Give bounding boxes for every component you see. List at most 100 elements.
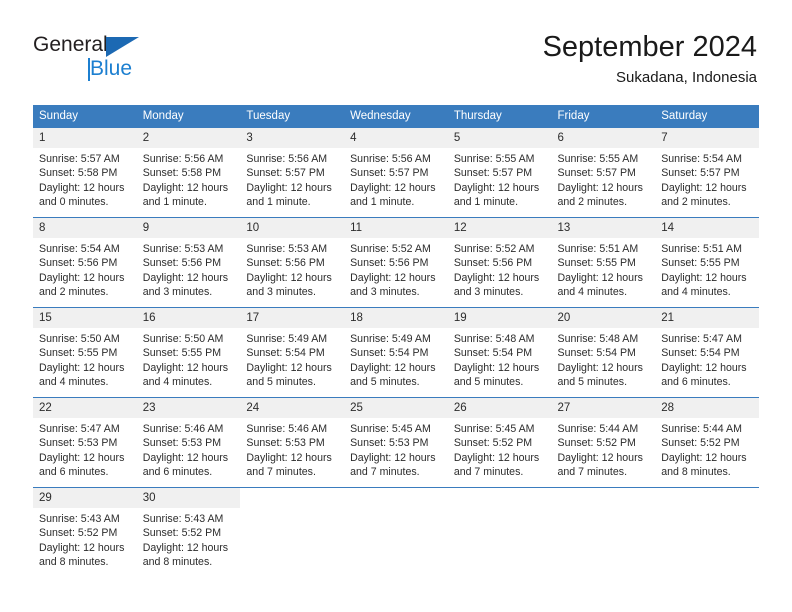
day-number: 2 <box>136 128 241 148</box>
calendar-cell-empty <box>447 487 552 577</box>
calendar-cell-empty <box>655 487 759 577</box>
calendar-page: General Blue September 2024 Sukadana, In… <box>0 0 792 612</box>
day-details <box>552 508 656 512</box>
day-number: 18 <box>344 308 448 328</box>
calendar-day-cell[interactable]: 11 Sunrise: 5:52 AM Sunset: 5:56 PM Dayligh… <box>344 217 448 308</box>
calendar-day-cell[interactable]: 9 Sunrise: 5:53 AM Sunset: 5:56 PM Daylight… <box>136 217 241 308</box>
daylight-text-line2: and 3 minutes. <box>246 286 316 299</box>
day-details: Sunrise: 5:57 AM Sunset: 5:58 PM Daylight:… <box>33 148 137 210</box>
sunset-text: Sunset: 5:56 PM <box>350 257 429 270</box>
calendar-day-cell[interactable]: 13 Sunrise: 5:51 AM Sunset: 5:55 PM Dayligh… <box>551 217 656 308</box>
sunset-text: Sunset: 5:57 PM <box>350 167 429 180</box>
weekday-header-monday: Monday <box>136 105 241 128</box>
sunset-text: Sunset: 5:57 PM <box>246 167 325 180</box>
day-details: Sunrise: 5:43 AM Sunset: 5:52 PM Daylight:… <box>137 508 241 570</box>
day-number: 7 <box>655 128 759 148</box>
day-details: Sunrise: 5:46 AM Sunset: 5:53 PM Daylight:… <box>137 418 241 480</box>
calendar-day-cell[interactable]: 16 Sunrise: 5:50 AM Sunset: 5:55 PM Dayligh… <box>136 307 241 398</box>
calendar-day-cell[interactable]: 22 Sunrise: 5:47 AM Sunset: 5:53 PM Dayligh… <box>33 397 137 488</box>
day-details <box>655 508 759 512</box>
day-details: Sunrise: 5:52 AM Sunset: 5:56 PM Daylight:… <box>448 238 552 300</box>
calendar-day-cell[interactable]: 14 Sunrise: 5:51 AM Sunset: 5:55 PM Dayligh… <box>655 217 759 308</box>
sunrise-text: Sunrise: 5:55 AM <box>557 153 639 165</box>
calendar-grid: Sunday Monday Tuesday Wednesday Thursday Frid… <box>33 105 759 577</box>
daylight-text-line2: and 4 minutes. <box>661 286 731 299</box>
weekday-header-friday: Friday <box>551 105 656 128</box>
calendar-day-cell[interactable]: 10 Sunrise: 5:53 AM Sunset: 5:56 PM Dayligh… <box>240 217 345 308</box>
calendar-day-cell[interactable]: 29 Sunrise: 5:43 AM Sunset: 5:52 PM Dayligh… <box>33 487 137 577</box>
calendar-day-cell[interactable]: 8 Sunrise: 5:54 AM Sunset: 5:56 PM Daylight… <box>33 217 137 308</box>
sunset-text: Sunset: 5:57 PM <box>557 167 636 180</box>
general-blue-logo[interactable]: General Blue <box>33 33 213 85</box>
sunrise-text: Sunrise: 5:46 AM <box>246 423 328 435</box>
calendar-body: 1 Sunrise: 5:57 AM Sunset: 5:58 PM Daylight… <box>33 127 759 577</box>
daylight-text-line2: and 5 minutes. <box>246 376 316 389</box>
sunset-text: Sunset: 5:56 PM <box>142 257 222 270</box>
calendar-day-cell[interactable]: 2 Sunrise: 5:56 AM Sunset: 5:58 PM Daylight… <box>136 127 241 218</box>
day-number: 20 <box>551 308 656 328</box>
day-details: Sunrise: 5:56 AM Sunset: 5:57 PM Daylight:… <box>344 148 448 210</box>
sunrise-text: Sunrise: 5:48 AM <box>557 333 639 345</box>
day-number: 19 <box>447 308 552 328</box>
day-number <box>551 488 656 508</box>
sunrise-text: Sunrise: 5:56 AM <box>350 153 431 165</box>
day-number: 25 <box>344 398 448 418</box>
day-number: 17 <box>240 308 345 328</box>
calendar-day-cell[interactable]: 12 Sunrise: 5:52 AM Sunset: 5:56 PM Dayligh… <box>447 217 552 308</box>
daylight-text-line2: and 4 minutes. <box>142 376 213 389</box>
day-number: 9 <box>136 218 241 238</box>
daylight-text-line1: Daylight: 12 hours <box>557 271 643 284</box>
daylight-text-line2: and 8 minutes. <box>39 556 109 569</box>
day-number: 26 <box>447 398 552 418</box>
daylight-text-line2: and 3 minutes. <box>453 286 524 299</box>
daylight-text-line2: and 8 minutes. <box>142 556 213 569</box>
sunrise-text: Sunrise: 5:53 AM <box>246 243 328 255</box>
sunset-text: Sunset: 5:52 PM <box>661 437 740 450</box>
calendar-day-cell[interactable]: 15 Sunrise: 5:50 AM Sunset: 5:55 PM Dayligh… <box>33 307 137 398</box>
day-details: Sunrise: 5:44 AM Sunset: 5:52 PM Daylight:… <box>552 418 656 480</box>
daylight-text-line1: Daylight: 12 hours <box>557 361 643 374</box>
calendar-day-cell[interactable]: 7 Sunrise: 5:54 AM Sunset: 5:57 PM Daylight… <box>655 127 759 218</box>
calendar-week-row: 1 Sunrise: 5:57 AM Sunset: 5:58 PM Daylight… <box>33 127 759 218</box>
day-details: Sunrise: 5:43 AM Sunset: 5:52 PM Daylight:… <box>33 508 137 570</box>
page-header: General Blue September 2024 Sukadana, In… <box>0 0 792 100</box>
calendar-day-cell[interactable]: 17 Sunrise: 5:49 AM Sunset: 5:54 PM Dayligh… <box>240 307 345 398</box>
calendar-day-cell[interactable]: 4 Sunrise: 5:56 AM Sunset: 5:57 PM Daylight… <box>344 127 448 218</box>
calendar-day-cell[interactable]: 25 Sunrise: 5:45 AM Sunset: 5:53 PM Dayligh… <box>344 397 448 488</box>
calendar-day-cell[interactable]: 28 Sunrise: 5:44 AM Sunset: 5:52 PM Dayligh… <box>655 397 759 488</box>
calendar-day-cell[interactable]: 21 Sunrise: 5:47 AM Sunset: 5:54 PM Dayligh… <box>655 307 759 398</box>
calendar-header-row: Sunday Monday Tuesday Wednesday Thursday Frid… <box>33 105 759 128</box>
day-number: 11 <box>344 218 448 238</box>
calendar-cell-empty <box>344 487 448 577</box>
calendar-day-cell[interactable]: 24 Sunrise: 5:46 AM Sunset: 5:53 PM Dayligh… <box>240 397 345 488</box>
daylight-text-line2: and 7 minutes. <box>453 466 524 479</box>
daylight-text-line1: Daylight: 12 hours <box>661 181 747 194</box>
day-details: Sunrise: 5:48 AM Sunset: 5:54 PM Daylight:… <box>552 328 656 390</box>
calendar-day-cell[interactable]: 6 Sunrise: 5:55 AM Sunset: 5:57 PM Daylight… <box>551 127 656 218</box>
calendar-day-cell[interactable]: 3 Sunrise: 5:56 AM Sunset: 5:57 PM Daylight… <box>240 127 345 218</box>
calendar-week-row: 29 Sunrise: 5:43 AM Sunset: 5:52 PM Dayligh… <box>33 487 759 577</box>
calendar-day-cell[interactable]: 27 Sunrise: 5:44 AM Sunset: 5:52 PM Dayligh… <box>551 397 656 488</box>
daylight-text-line1: Daylight: 12 hours <box>350 361 436 374</box>
calendar-day-cell[interactable]: 20 Sunrise: 5:48 AM Sunset: 5:54 PM Dayligh… <box>551 307 656 398</box>
sunrise-text: Sunrise: 5:43 AM <box>142 513 224 525</box>
weekday-header-saturday: Saturday <box>655 105 759 128</box>
day-details: Sunrise: 5:54 AM Sunset: 5:56 PM Daylight:… <box>33 238 137 300</box>
calendar-day-cell[interactable]: 30 Sunrise: 5:43 AM Sunset: 5:52 PM Dayligh… <box>136 487 241 577</box>
calendar-day-cell[interactable]: 19 Sunrise: 5:48 AM Sunset: 5:54 PM Dayligh… <box>447 307 552 398</box>
sunset-text: Sunset: 5:54 PM <box>246 347 325 360</box>
daylight-text-line2: and 4 minutes. <box>557 286 628 299</box>
daylight-text-line1: Daylight: 12 hours <box>246 361 332 374</box>
calendar-day-cell[interactable]: 26 Sunrise: 5:45 AM Sunset: 5:52 PM Dayligh… <box>447 397 552 488</box>
sunset-text: Sunset: 5:54 PM <box>350 347 429 360</box>
daylight-text-line2: and 2 minutes. <box>39 286 109 299</box>
calendar-day-cell[interactable]: 1 Sunrise: 5:57 AM Sunset: 5:58 PM Daylight… <box>33 127 137 218</box>
day-number: 3 <box>240 128 345 148</box>
day-details: Sunrise: 5:45 AM Sunset: 5:52 PM Daylight:… <box>448 418 552 480</box>
calendar-day-cell[interactable]: 23 Sunrise: 5:46 AM Sunset: 5:53 PM Dayligh… <box>136 397 241 488</box>
calendar-day-cell[interactable]: 5 Sunrise: 5:55 AM Sunset: 5:57 PM Daylight… <box>447 127 552 218</box>
sunset-text: Sunset: 5:52 PM <box>453 437 533 450</box>
sunset-text: Sunset: 5:53 PM <box>246 437 325 450</box>
calendar-day-cell[interactable]: 18 Sunrise: 5:49 AM Sunset: 5:54 PM Dayligh… <box>344 307 448 398</box>
day-details: Sunrise: 5:53 AM Sunset: 5:56 PM Daylight:… <box>137 238 241 300</box>
